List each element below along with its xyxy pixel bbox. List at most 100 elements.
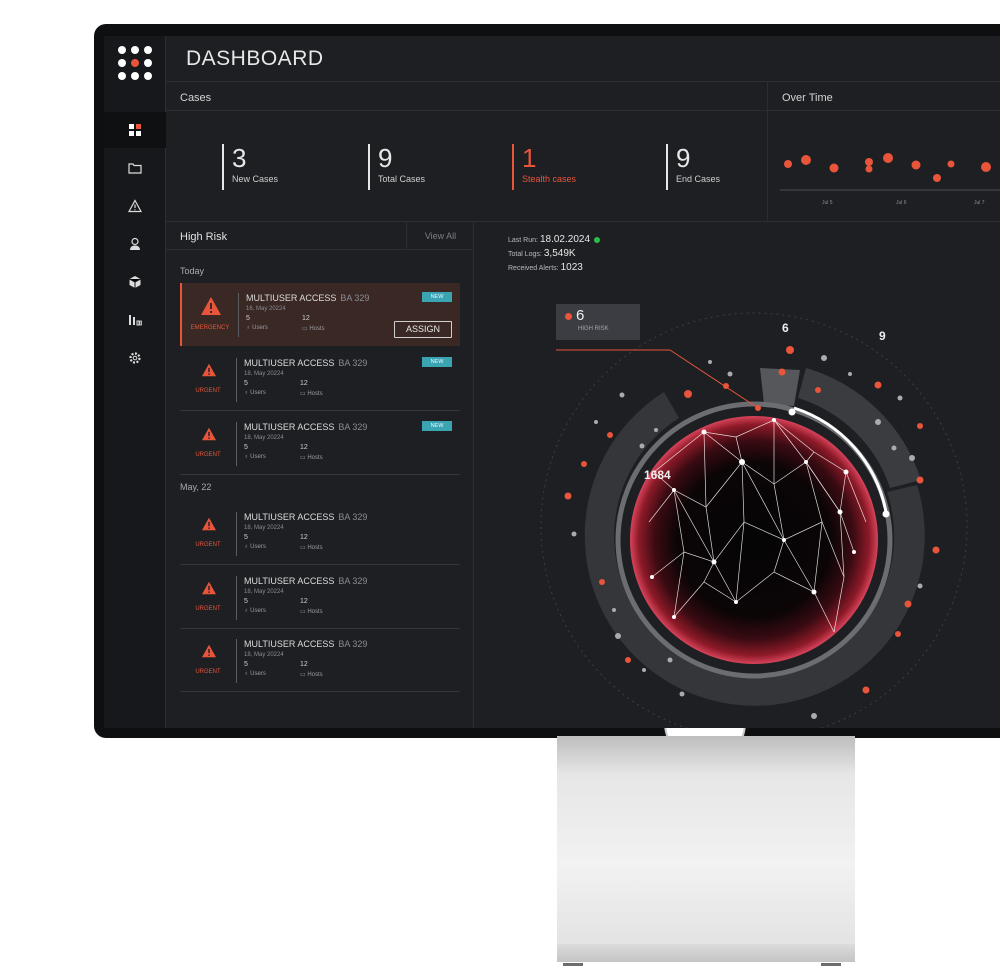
sidebar-item-assets[interactable]: [104, 264, 166, 300]
hosts-count: 12: [300, 380, 308, 387]
card-date: 18, May 20224: [244, 525, 284, 531]
warning-icon: [202, 427, 216, 441]
risk-card[interactable]: URGENT MULTIUSER ACCESS BA 329 18, May 20…: [180, 412, 460, 475]
segment-count: 1684: [644, 468, 671, 482]
cases-title: Cases: [180, 92, 212, 104]
assign-button[interactable]: ASSIGN: [394, 321, 452, 338]
stat-value: 1: [522, 143, 537, 173]
card-date: 18, May 20224: [244, 589, 284, 595]
segment-count: 9: [879, 329, 886, 343]
page-title: DASHBOARD: [186, 47, 324, 70]
users-label: ♁ Users: [244, 454, 266, 460]
warning-icon: [201, 297, 221, 315]
cases-panel: Cases 3 New Cases 9 Total Cases 1 Stealt…: [166, 82, 768, 222]
card-title: MULTIUSER ACCESS BA 329: [244, 358, 368, 368]
chart-point: [947, 160, 955, 168]
stat-label: New Cases: [232, 174, 279, 184]
chart-point: [933, 174, 941, 182]
alert-triangle-icon: [128, 199, 142, 213]
stat-label: Total Cases: [378, 174, 426, 184]
risk-card[interactable]: URGENT MULTIUSER ACCESS BA 329 18, May 20…: [180, 629, 460, 692]
new-badge: NEW: [422, 421, 452, 431]
high-risk-count: 6: [576, 307, 585, 324]
sidebar-item-alerts[interactable]: [104, 188, 166, 224]
stat-total-cases[interactable]: 9 Total Cases: [368, 144, 425, 190]
risk-level: URGENT: [195, 452, 221, 458]
chart-point: [829, 163, 839, 173]
sidebar-item-reports[interactable]: [104, 302, 166, 338]
users-label: ♁ Users: [244, 390, 266, 396]
stat-label: Stealth cases: [522, 174, 577, 184]
users-count: 5: [244, 444, 248, 451]
stat-value: 9: [378, 143, 393, 173]
high-risk-panel: High Risk View All Today EMERGENCY MULTI…: [166, 222, 474, 728]
header: DASHBOARD: [166, 36, 1000, 82]
new-badge: NEW: [422, 292, 452, 302]
hosts-label: ▭ Hosts: [300, 672, 323, 678]
sidebar-item-folder[interactable]: [104, 150, 166, 186]
users-count: 5: [244, 534, 248, 541]
stat-value: 9: [676, 143, 691, 173]
card-date: 18, May 20224: [244, 652, 284, 658]
chart-tick: Jul 6: [896, 200, 907, 206]
users-label: ♁ Users: [244, 608, 266, 614]
stat-end-cases[interactable]: 9 End Cases: [666, 144, 720, 190]
chart-tick: Jul 7: [974, 200, 985, 206]
card-date: 18, May 20224: [244, 371, 284, 377]
stat-value: 3: [232, 143, 247, 173]
new-badge: NEW: [422, 357, 452, 367]
users-label: ♁ Users: [244, 544, 266, 550]
card-date: 18, May 20224: [244, 435, 284, 441]
chart-tick: Jul 5: [822, 200, 833, 206]
users-count: 5: [244, 661, 248, 668]
card-date: 16, May 20224: [246, 306, 286, 312]
chart-point: [911, 160, 921, 170]
dashboard-icon: [129, 124, 141, 136]
bar-chart-icon: [129, 315, 142, 326]
risk-level: EMERGENCY: [190, 325, 230, 331]
ring-marker: [882, 510, 890, 518]
segment-count: 6: [782, 321, 789, 335]
risk-level: URGENT: [195, 669, 221, 675]
risk-visualization-panel: Last Run: 18.02.2024 Total Logs: 3,549K Re…: [474, 222, 1000, 728]
users-count: 5: [244, 380, 248, 387]
warning-icon: [202, 517, 216, 531]
risk-card[interactable]: URGENT MULTIUSER ACCESS BA 329 18, May 20…: [180, 502, 460, 565]
logo-icon[interactable]: [118, 46, 152, 80]
globe: [630, 416, 878, 664]
users-count: 5: [244, 598, 248, 605]
users-label: ♁ Users: [246, 325, 268, 331]
over-time-panel: Over Time Jul 5 Jul 6 Jul 7: [768, 82, 1000, 222]
view-all-button[interactable]: View All: [406, 222, 474, 250]
risk-card[interactable]: EMERGENCY MULTIUSER ACCESS BA 329 16, May…: [180, 283, 460, 346]
hosts-count: 12: [300, 534, 308, 541]
high-risk-tag[interactable]: 6 HIGH RISK: [556, 304, 640, 340]
chart-point: [865, 158, 873, 166]
hosts-count: 12: [300, 444, 308, 451]
warning-icon: [202, 644, 216, 658]
risk-card[interactable]: URGENT MULTIUSER ACCESS BA 329 18, May 20…: [180, 566, 460, 629]
risk-card[interactable]: URGENT MULTIUSER ACCESS BA 329 18, May 20…: [180, 348, 460, 411]
group-label: Today: [180, 266, 205, 276]
card-title: MULTIUSER ACCESS BA 329: [244, 639, 368, 649]
sidebar-item-settings[interactable]: [104, 340, 166, 376]
hosts-count: 12: [300, 598, 308, 605]
chart-point: [784, 160, 792, 168]
warning-icon: [202, 363, 216, 377]
over-time-chart: Jul 5 Jul 6 Jul 7: [780, 153, 1000, 206]
sidebar-item-users[interactable]: [104, 226, 166, 262]
risk-globe[interactable]: [474, 222, 1000, 728]
hosts-label: ▭ Hosts: [302, 326, 325, 332]
gear-icon: [129, 352, 141, 364]
stat-stealth-cases[interactable]: 1 Stealth cases: [512, 144, 576, 190]
over-time-title: Over Time: [782, 92, 833, 104]
high-risk-label: HIGH RISK: [578, 326, 609, 332]
stat-new-cases[interactable]: 3 New Cases: [222, 144, 278, 190]
monitor-stand: [557, 736, 855, 950]
sidebar-item-dashboard[interactable]: [104, 112, 166, 148]
cube-icon: [129, 276, 141, 288]
chart-point: [883, 153, 893, 163]
chart-point: [865, 165, 873, 173]
card-title: MULTIUSER ACCESS BA 329: [244, 576, 368, 586]
high-risk-title: High Risk: [180, 231, 228, 243]
